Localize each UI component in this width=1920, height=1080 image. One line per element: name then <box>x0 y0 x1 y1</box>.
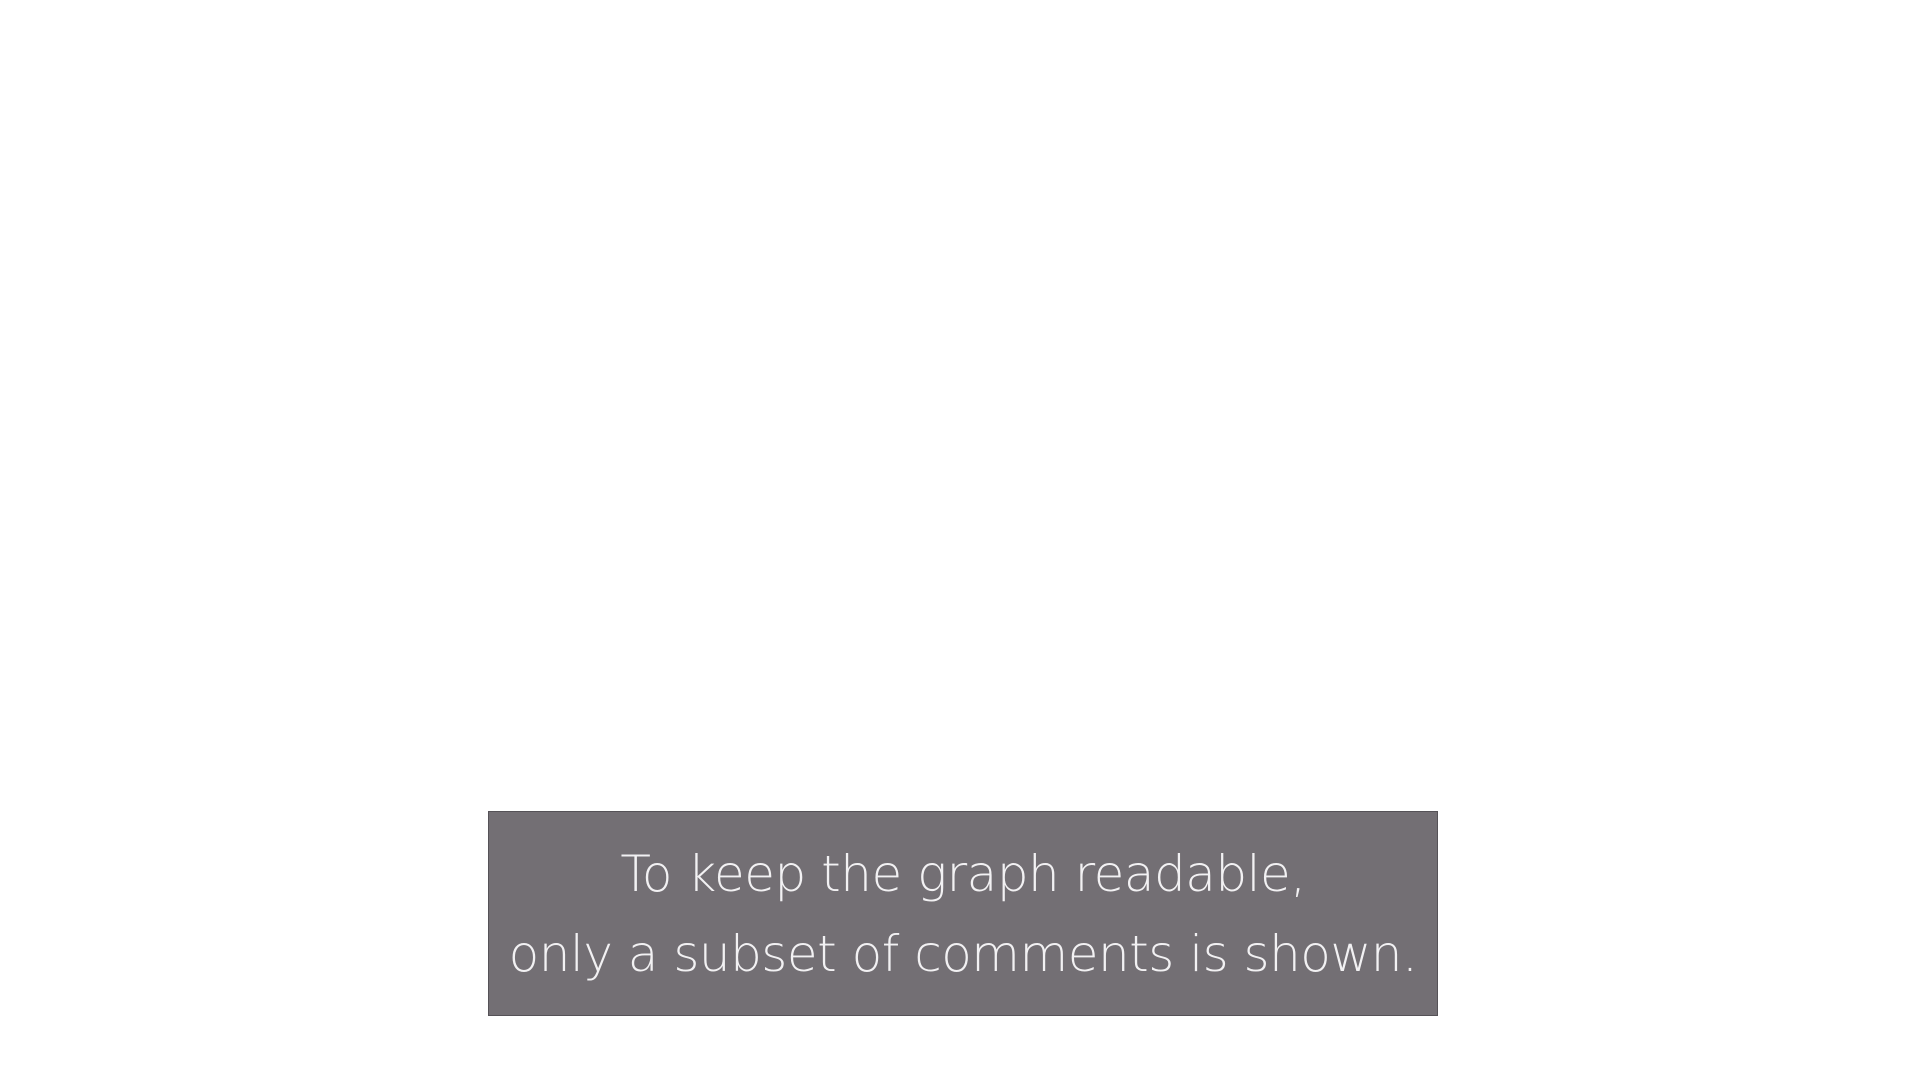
notice-line-1: To keep the graph readable, <box>620 844 1306 903</box>
subset-notice-banner: To keep the graph readable, only a subse… <box>488 811 1438 1016</box>
graph-canvas: To keep the graph readable, only a subse… <box>0 0 1920 1080</box>
notice-line-2: only a subset of comments is shown. <box>508 924 1418 983</box>
